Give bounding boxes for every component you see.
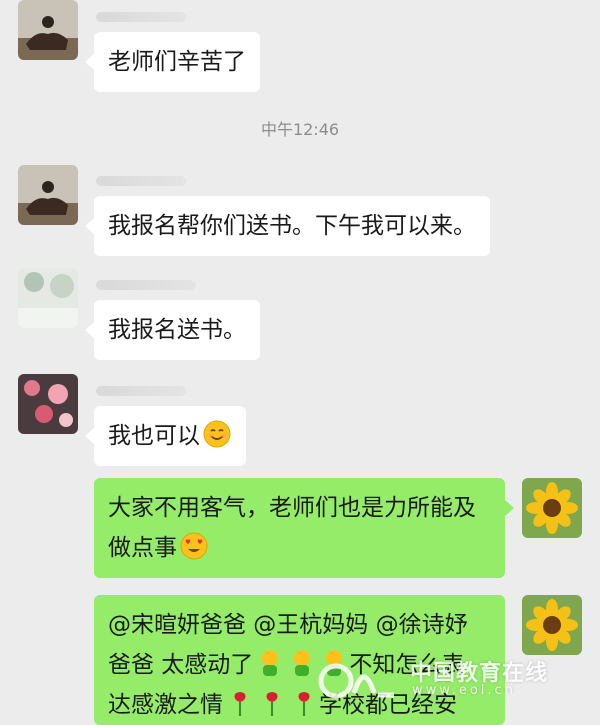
chat-window: 老师们辛苦了 中午12:46 我报名帮你们送书。下午我可以来。 我报名送书。 我… <box>0 0 600 725</box>
rose-icon <box>225 688 255 718</box>
avatar-rider[interactable] <box>18 0 78 60</box>
avatar-snow-scene[interactable] <box>18 268 78 328</box>
message-bubble[interactable]: 我报名帮你们送书。下午我可以来。 <box>85 196 490 256</box>
avatar-sunflower[interactable] <box>522 595 582 655</box>
watermark-url: www.eol.cn <box>412 683 516 698</box>
avatar-rider[interactable] <box>18 165 78 225</box>
sender-name <box>96 386 186 396</box>
message-text: 我也可以 <box>108 423 200 449</box>
rose-icon <box>257 688 287 718</box>
avatar-sunflower[interactable] <box>522 478 582 538</box>
message-text: 我报名送书。 <box>108 317 246 343</box>
green-figure-icon <box>255 648 285 678</box>
timestamp: 中午12:46 <box>260 120 340 139</box>
avatar-flowers[interactable] <box>18 374 78 434</box>
message-text: 老师们辛苦了 <box>108 49 246 75</box>
message-text: 大家不用客气，老师们也是力所能及做点事 <box>108 495 476 561</box>
smiling-face-icon <box>202 419 232 449</box>
message-bubble[interactable]: 老师们辛苦了 <box>85 32 260 92</box>
heart-eyes-face-icon <box>179 531 209 561</box>
sender-name <box>96 280 196 290</box>
message-bubble[interactable]: 大家不用客气，老师们也是力所能及做点事 <box>94 478 514 578</box>
sender-name <box>96 12 186 22</box>
eol-logo-icon <box>316 655 396 701</box>
rose-icon <box>289 688 319 718</box>
sender-name <box>96 176 186 186</box>
message-bubble[interactable]: 我报名送书。 <box>85 300 260 360</box>
message-text-line: @宋暄妍爸爸 @王杭妈妈 @徐诗妤 <box>108 612 468 638</box>
message-bubble[interactable]: 我也可以 <box>85 406 246 466</box>
watermark: 中国教育在线 www.eol.cn <box>316 653 586 705</box>
green-figure-icon <box>287 648 317 678</box>
message-text: 我报名帮你们送书。下午我可以来。 <box>108 213 476 239</box>
